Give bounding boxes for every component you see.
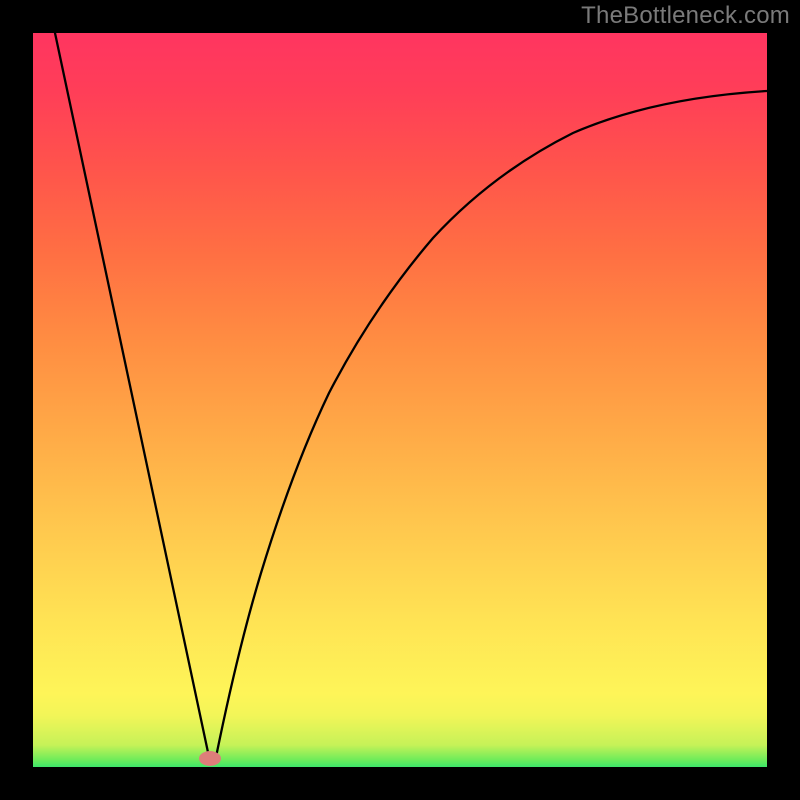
plot-area <box>33 33 767 767</box>
bottleneck-curve <box>33 33 767 767</box>
curve-left-branch <box>55 33 209 757</box>
min-point-marker <box>199 751 221 766</box>
curve-right-branch <box>216 91 767 757</box>
chart-frame: TheBottleneck.com <box>0 0 800 800</box>
watermark-text: TheBottleneck.com <box>581 2 790 30</box>
